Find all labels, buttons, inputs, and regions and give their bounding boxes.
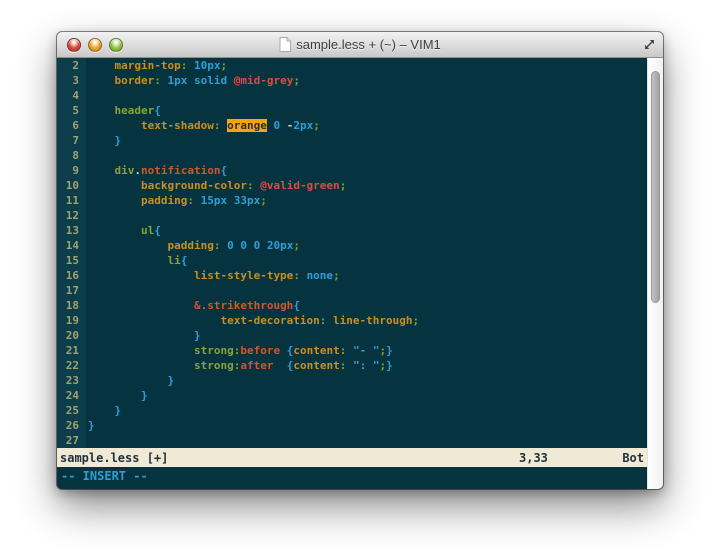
- code-text: border: 1px solid @mid-grey;: [86, 73, 300, 88]
- code-line[interactable]: 5 header{: [57, 103, 647, 118]
- line-number: 18: [57, 298, 86, 313]
- zoom-icon[interactable]: [109, 38, 123, 52]
- code-line[interactable]: 7 }: [57, 133, 647, 148]
- line-number: 15: [57, 253, 86, 268]
- code-text: li{: [86, 253, 187, 268]
- line-number: 2: [57, 58, 86, 73]
- vim-window: sample.less + (~) – VIM1 2 margin-top: 1…: [57, 32, 663, 489]
- code-text: padding: 15px 33px;: [86, 193, 267, 208]
- code-text: header{: [86, 103, 161, 118]
- code-text: div.notification{: [86, 163, 227, 178]
- line-number: 17: [57, 283, 86, 298]
- line-number: 24: [57, 388, 86, 403]
- code-text: [86, 208, 88, 223]
- code-line[interactable]: 25 }: [57, 403, 647, 418]
- code-line[interactable]: 24 }: [57, 388, 647, 403]
- line-number: 22: [57, 358, 86, 373]
- code-line[interactable]: 26}: [57, 418, 647, 433]
- line-number: 9: [57, 163, 86, 178]
- line-number: 25: [57, 403, 86, 418]
- code-line[interactable]: 18 &.strikethrough{: [57, 298, 647, 313]
- fullscreen-arrows-icon[interactable]: [643, 38, 656, 51]
- code-line[interactable]: 16 list-style-type: none;: [57, 268, 647, 283]
- code-text: }: [86, 388, 148, 403]
- vim-command-line: -- INSERT --: [57, 467, 647, 489]
- scrollbar-thumb[interactable]: [651, 71, 660, 303]
- line-number: 11: [57, 193, 86, 208]
- document-icon: [279, 37, 291, 52]
- code-text: margin-top: 10px;: [86, 58, 227, 73]
- code-line[interactable]: 2 margin-top: 10px;: [57, 58, 647, 73]
- vim-statusline: sample.less [+] 3,33 Bot: [57, 448, 647, 467]
- title-group: sample.less + (~) – VIM1: [279, 37, 441, 52]
- code-text: &.strikethrough{: [86, 298, 300, 313]
- code-line[interactable]: 13 ul{: [57, 223, 647, 238]
- window-title: sample.less + (~) – VIM1: [296, 37, 441, 52]
- line-number: 21: [57, 343, 86, 358]
- code-text: text-decoration: line-through;: [86, 313, 419, 328]
- line-number: 20: [57, 328, 86, 343]
- close-icon[interactable]: [67, 38, 81, 52]
- scrollbar[interactable]: [647, 58, 663, 489]
- traffic-lights: [67, 32, 123, 57]
- code-text: background-color: @valid-green;: [86, 178, 346, 193]
- code-text: strong:after {content: ": ";}: [86, 358, 393, 373]
- line-number: 16: [57, 268, 86, 283]
- statusline-scroll-position: Bot: [622, 451, 644, 465]
- line-number: 5: [57, 103, 86, 118]
- code-text: list-style-type: none;: [86, 268, 340, 283]
- statusline-filename: sample.less [+]: [60, 451, 168, 465]
- line-number: 14: [57, 238, 86, 253]
- line-number: 19: [57, 313, 86, 328]
- code-text: strong:before {content: "- ";}: [86, 343, 393, 358]
- code-line[interactable]: 20 }: [57, 328, 647, 343]
- code-text: }: [86, 328, 201, 343]
- code-text: [86, 148, 88, 163]
- code-text: [86, 283, 88, 298]
- code-line[interactable]: 23 }: [57, 373, 647, 388]
- code-line[interactable]: 8: [57, 148, 647, 163]
- code-text: padding: 0 0 0 20px;: [86, 238, 300, 253]
- line-number: 4: [57, 88, 86, 103]
- line-number: 8: [57, 148, 86, 163]
- code-line[interactable]: 6 text-shadow: orange 0 -2px;: [57, 118, 647, 133]
- line-number: 7: [57, 133, 86, 148]
- code-line[interactable]: 11 padding: 15px 33px;: [57, 193, 647, 208]
- code-line[interactable]: 15 li{: [57, 253, 647, 268]
- window-titlebar[interactable]: sample.less + (~) – VIM1: [57, 32, 663, 58]
- code-line[interactable]: 19 text-decoration: line-through;: [57, 313, 647, 328]
- code-line[interactable]: 3 border: 1px solid @mid-grey;: [57, 73, 647, 88]
- code-line[interactable]: 21 strong:before {content: "- ";}: [57, 343, 647, 358]
- code-line[interactable]: 22 strong:after {content: ": ";}: [57, 358, 647, 373]
- code-line[interactable]: 27: [57, 433, 647, 448]
- code-text: }: [86, 418, 95, 433]
- minimize-icon[interactable]: [88, 38, 102, 52]
- line-number: 10: [57, 178, 86, 193]
- line-number: 26: [57, 418, 86, 433]
- statusline-ruler: 3,33: [519, 451, 548, 465]
- line-number: 27: [57, 433, 86, 448]
- code-line[interactable]: 9 div.notification{: [57, 163, 647, 178]
- code-line[interactable]: 17: [57, 283, 647, 298]
- code-text: }: [86, 373, 174, 388]
- code-line[interactable]: 14 padding: 0 0 0 20px;: [57, 238, 647, 253]
- code-text: ul{: [86, 223, 161, 238]
- code-text: }: [86, 133, 121, 148]
- editor-body: 2 margin-top: 10px;3 border: 1px solid @…: [57, 58, 663, 489]
- line-number: 6: [57, 118, 86, 133]
- code-line[interactable]: 4: [57, 88, 647, 103]
- line-number: 23: [57, 373, 86, 388]
- code-lines[interactable]: 2 margin-top: 10px;3 border: 1px solid @…: [57, 58, 647, 448]
- code-line[interactable]: 12: [57, 208, 647, 223]
- code-text: }: [86, 403, 121, 418]
- code-text: [86, 88, 88, 103]
- line-number: 13: [57, 223, 86, 238]
- insert-mode-indicator: -- INSERT --: [61, 469, 148, 483]
- line-number: 12: [57, 208, 86, 223]
- line-number: 3: [57, 73, 86, 88]
- code-line[interactable]: 10 background-color: @valid-green;: [57, 178, 647, 193]
- code-text: text-shadow: orange 0 -2px;: [86, 118, 320, 133]
- code-text: [86, 433, 88, 448]
